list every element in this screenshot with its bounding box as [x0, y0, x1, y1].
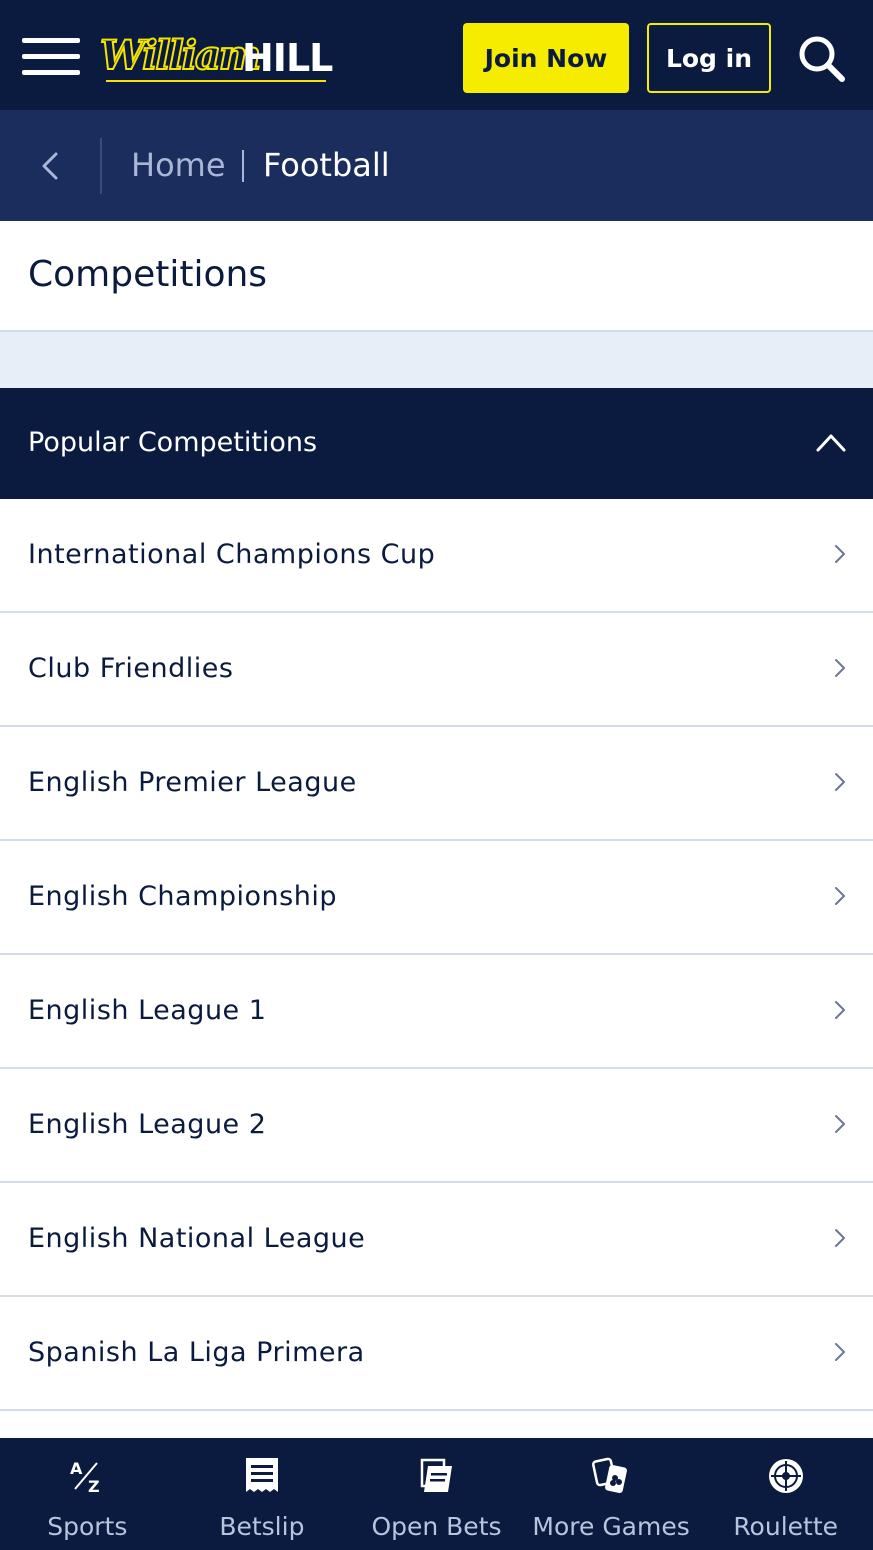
search-icon[interactable]	[796, 33, 848, 85]
receipt-icon	[245, 1458, 278, 1492]
competition-label: Spanish La Liga Primera	[28, 1337, 365, 1368]
breadcrumb-current: Football	[263, 146, 390, 184]
breadcrumb-home-link[interactable]: Home	[131, 146, 226, 184]
nav-item-sports[interactable]: A Z Sports	[0, 1438, 175, 1550]
chevron-right-icon	[835, 1115, 845, 1133]
roulette-icon	[768, 1459, 803, 1493]
menu-icon[interactable]	[22, 38, 80, 78]
nav-label: More Games	[532, 1512, 690, 1541]
bottom-nav: A Z Sports Betslip Open Bets More Games …	[0, 1438, 873, 1550]
competition-label: English National League	[28, 1223, 366, 1254]
chevron-right-icon	[835, 659, 845, 677]
competition-label: Club Friendlies	[28, 653, 234, 684]
log-in-button[interactable]: Log in	[647, 23, 771, 93]
nav-item-betslip[interactable]: Betslip	[175, 1438, 350, 1550]
nav-item-more-games[interactable]: More Games	[524, 1438, 699, 1550]
nav-item-roulette[interactable]: Roulette	[698, 1438, 873, 1550]
chevron-right-icon	[835, 1343, 845, 1361]
section-title: Popular Competitions	[28, 427, 318, 458]
app-page: William HILL Join Now Log in Home Footba…	[0, 0, 873, 1550]
chevron-up-icon[interactable]	[814, 430, 848, 454]
list-item[interactable]: English Premier League	[0, 727, 873, 841]
nav-label: Roulette	[733, 1512, 839, 1541]
nav-label: Sports	[47, 1512, 128, 1541]
cards-icon	[592, 1457, 628, 1494]
list-item[interactable]: English League 2	[0, 1069, 873, 1183]
list-item[interactable]: Spanish La Liga Primera	[0, 1297, 873, 1411]
competition-label: International Champions Cup	[28, 539, 436, 570]
nav-label: Betslip	[219, 1512, 305, 1541]
join-now-button[interactable]: Join Now	[463, 23, 629, 93]
section-spacer	[0, 332, 873, 388]
logo-underline	[106, 80, 326, 82]
breadcrumb-separator	[242, 150, 244, 182]
chevron-right-icon	[835, 545, 845, 563]
page-title-row: Competitions	[0, 221, 873, 332]
chevron-right-icon	[835, 1001, 845, 1019]
breadcrumb-divider	[100, 138, 102, 194]
popular-competitions-header[interactable]: Popular Competitions	[0, 388, 873, 499]
logo-block-text: HILL	[242, 36, 333, 80]
competition-label: English League 2	[28, 1109, 267, 1140]
logo-script-text: William	[99, 31, 262, 80]
breadcrumb: Home Football	[0, 110, 873, 221]
nav-item-open-bets[interactable]: Open Bets	[349, 1438, 524, 1550]
competition-label: English Championship	[28, 881, 337, 912]
competition-label: English Premier League	[28, 767, 357, 798]
william-hill-logo[interactable]: William HILL	[99, 31, 333, 84]
list-item[interactable]: Club Friendlies	[0, 613, 873, 727]
chevron-right-icon	[835, 887, 845, 905]
chevron-right-icon	[835, 1229, 845, 1247]
page-title: Competitions	[28, 254, 268, 295]
svg-text:Z: Z	[88, 1477, 100, 1496]
list-item[interactable]: English Championship	[0, 841, 873, 955]
back-chevron-icon[interactable]	[30, 146, 74, 186]
list-item[interactable]: English League 1	[0, 955, 873, 1069]
competitions-list: International Champions Cup Club Friendl…	[0, 499, 873, 1411]
top-header: William HILL Join Now Log in	[0, 0, 873, 110]
list-item[interactable]: English National League	[0, 1183, 873, 1297]
list-item[interactable]: International Champions Cup	[0, 499, 873, 613]
competition-label: English League 1	[28, 995, 267, 1026]
tickets-icon	[421, 1458, 453, 1492]
svg-text:A: A	[70, 1459, 83, 1478]
nav-label: Open Bets	[371, 1512, 502, 1541]
az-icon: A Z	[70, 1459, 100, 1496]
chevron-right-icon	[835, 773, 845, 791]
